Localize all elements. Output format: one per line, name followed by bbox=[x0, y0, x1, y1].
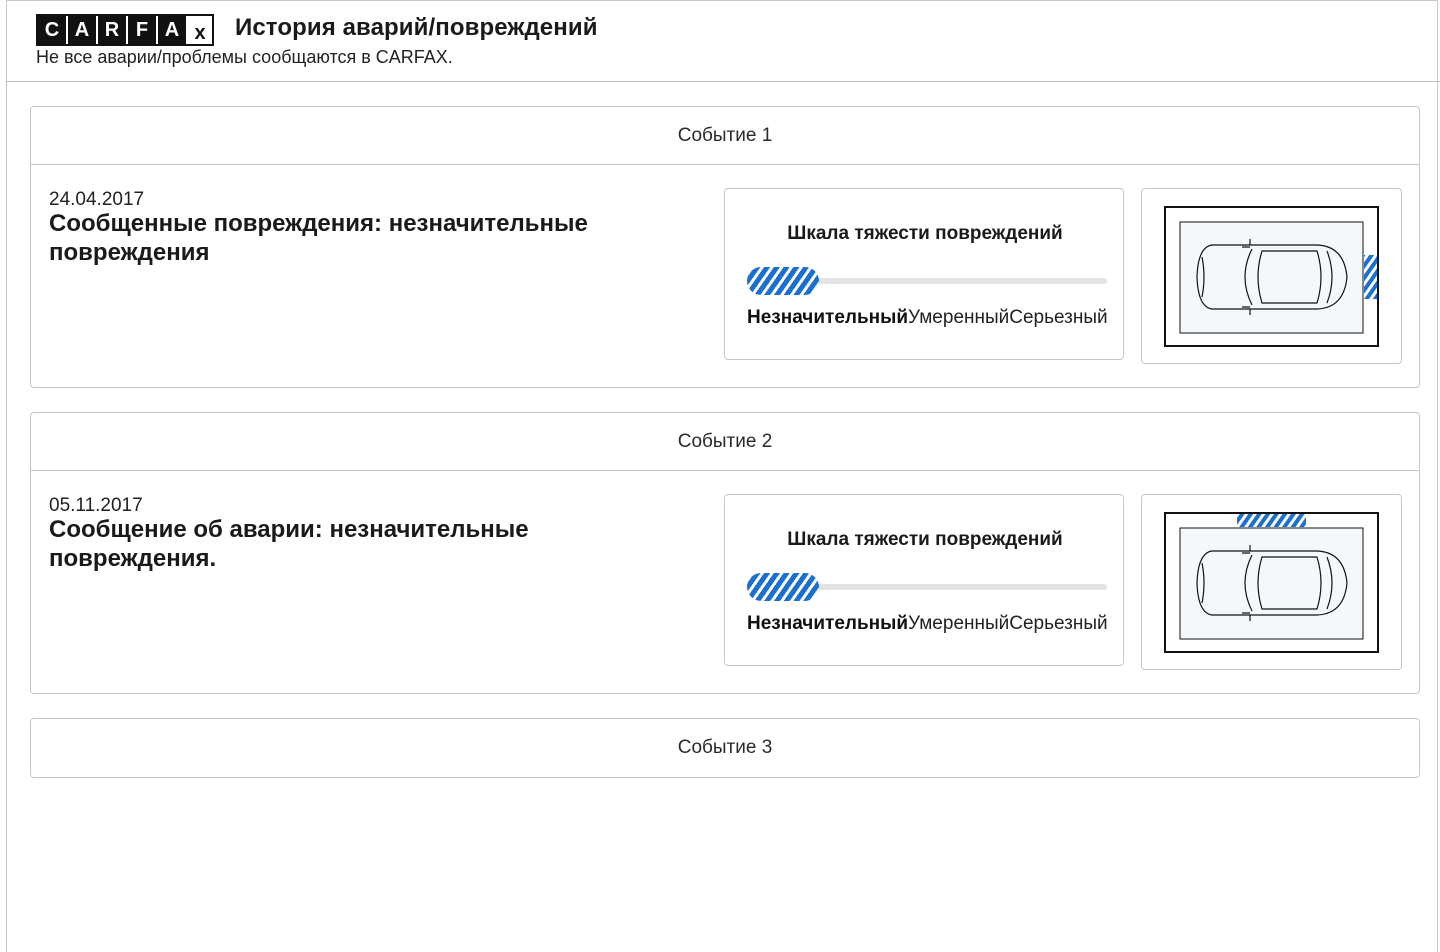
damage-diagram bbox=[1141, 188, 1402, 364]
section-header: C A R F A x История аварий/повреждений Н… bbox=[6, 0, 1440, 82]
severity-fill bbox=[747, 267, 819, 295]
logo-letter: A bbox=[158, 16, 186, 44]
severity-fill bbox=[747, 573, 819, 601]
severity-label-moderate: Умеренный bbox=[908, 613, 1010, 634]
event-description: Сообщение об аварии: незначительные повр… bbox=[49, 516, 529, 572]
page-title: История аварий/повреждений bbox=[235, 14, 598, 41]
logo-letter: x bbox=[188, 16, 212, 44]
logo-letter: F bbox=[128, 16, 156, 44]
event-description: Сообщенные повреждения: незначительные п… bbox=[49, 210, 588, 266]
logo-letter: A bbox=[68, 16, 96, 44]
severity-scale: Шкала тяжести повреждений Незначительный… bbox=[724, 494, 1124, 666]
event-date: 05.11.2017 bbox=[49, 495, 143, 516]
logo-letter: R bbox=[98, 16, 126, 44]
damage-diagram bbox=[1141, 494, 1402, 670]
severity-scale: Шкала тяжести повреждений Незначительный… bbox=[724, 188, 1124, 360]
event-date: 24.04.2017 bbox=[49, 189, 145, 210]
severity-label-severe: Серьезный bbox=[1009, 307, 1108, 328]
event-header-3[interactable]: Событие 3 bbox=[31, 719, 1419, 777]
event-body-1: 24.04.2017 Сообщенные повреждения: незна… bbox=[31, 165, 1419, 387]
page-subtitle: Не все аварии/проблемы сообщаются в CARF… bbox=[36, 47, 453, 67]
severity-scale-title: Шкала тяжести повреждений bbox=[787, 223, 1063, 244]
logo-letter: C bbox=[38, 16, 66, 44]
carfax-logo: C A R F A x bbox=[36, 14, 214, 46]
severity-labels: НезначительныйУмеренныйСерьезный bbox=[747, 613, 1108, 635]
event-header-2[interactable]: Событие 2 bbox=[31, 413, 1419, 471]
damage-marker-top bbox=[1237, 514, 1306, 527]
car-top-view-icon bbox=[1164, 206, 1379, 347]
event-card-3: Событие 3 bbox=[30, 718, 1420, 778]
car-top-view-icon bbox=[1164, 512, 1379, 653]
severity-label-minor: Незначительный bbox=[747, 307, 909, 328]
severity-labels: НезначительныйУмеренныйСерьезный bbox=[747, 307, 1108, 329]
event-card-1: Событие 1 24.04.2017 Сообщенные поврежде… bbox=[30, 106, 1420, 388]
severity-scale-title: Шкала тяжести повреждений bbox=[787, 529, 1063, 550]
event-body-2: 05.11.2017 Сообщение об аварии: незначит… bbox=[31, 471, 1419, 693]
event-header-1[interactable]: Событие 1 bbox=[31, 107, 1419, 165]
severity-label-minor: Незначительный bbox=[747, 613, 909, 634]
event-card-2: Событие 2 05.11.2017 Сообщение об аварии… bbox=[30, 412, 1420, 694]
severity-label-severe: Серьезный bbox=[1009, 613, 1108, 634]
damage-marker-right bbox=[1364, 255, 1377, 299]
severity-label-moderate: Умеренный bbox=[908, 307, 1010, 328]
